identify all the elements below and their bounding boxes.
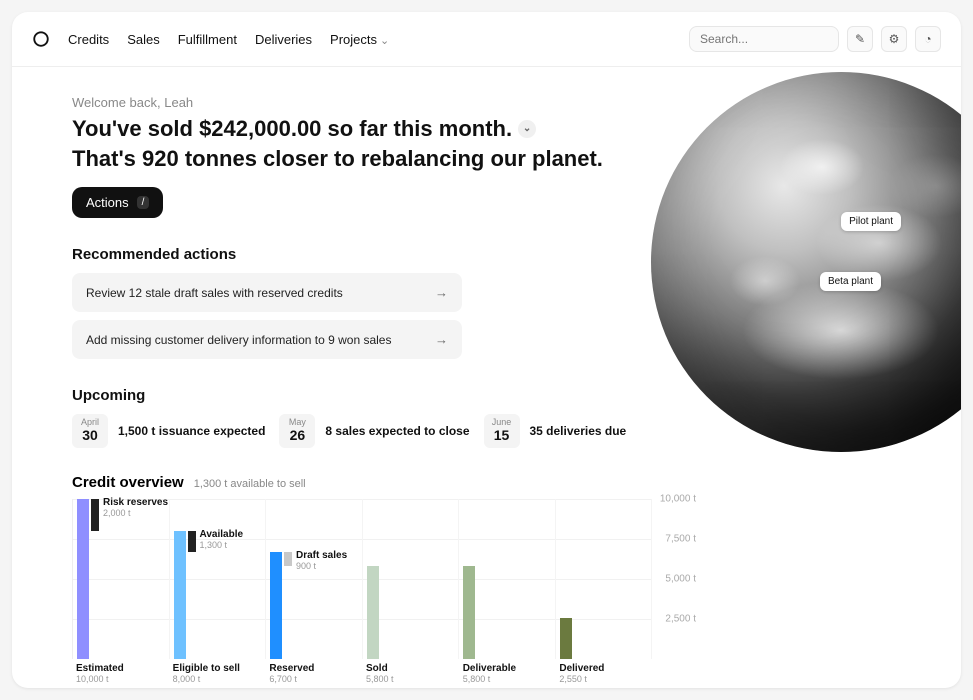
chart-bar bbox=[367, 566, 379, 659]
recommended-item-text: Review 12 stale draft sales with reserve… bbox=[86, 286, 343, 300]
chart-bar bbox=[463, 566, 475, 659]
upcoming-item: April 30 1,500 t issuance expected bbox=[72, 414, 265, 448]
chart-column bbox=[556, 499, 653, 659]
nav: Credits Sales Fulfillment Deliveries Pro… bbox=[68, 32, 389, 47]
chart-annotation: Draft sales900 t bbox=[296, 550, 347, 571]
chart-drop-segment bbox=[91, 499, 99, 531]
date-month: April bbox=[80, 418, 100, 427]
date-chip: June 15 bbox=[484, 414, 520, 448]
nav-fulfillment[interactable]: Fulfillment bbox=[178, 32, 237, 47]
chart-category: Reserved6,700 t bbox=[265, 663, 362, 684]
headline-line2: That's 920 tonnes closer to rebalancing … bbox=[72, 144, 632, 174]
actions-button[interactable]: Actions / bbox=[72, 187, 163, 218]
y-axis-label: 7,500 t bbox=[665, 534, 696, 545]
actions-shortcut: / bbox=[137, 196, 150, 209]
chart-category: Delivered2,550 t bbox=[555, 663, 652, 684]
recommended-item-0[interactable]: Review 12 stale draft sales with reserve… bbox=[72, 273, 462, 312]
chart-bar bbox=[270, 552, 282, 659]
gear-icon[interactable]: ⚙ bbox=[881, 26, 907, 52]
upcoming-text: 35 deliveries due bbox=[530, 424, 627, 438]
edit-icon[interactable]: ✎ bbox=[847, 26, 873, 52]
chart-bar bbox=[174, 531, 186, 659]
chart-category: Estimated10,000 t bbox=[72, 663, 169, 684]
chart-column: Draft sales900 t bbox=[266, 499, 363, 659]
arrow-right-icon: → bbox=[435, 332, 448, 347]
date-chip: April 30 bbox=[72, 414, 108, 448]
globe-visual bbox=[651, 72, 961, 452]
chart-annotation: Risk reserves2,000 t bbox=[103, 497, 168, 518]
headline-line1: You've sold $242,000.00 so far this mont… bbox=[72, 114, 512, 144]
date-chip: May 26 bbox=[279, 414, 315, 448]
date-month: June bbox=[492, 418, 512, 427]
date-day: 30 bbox=[80, 427, 100, 444]
actions-label: Actions bbox=[86, 195, 129, 210]
chart-bar bbox=[560, 618, 572, 659]
date-day: 26 bbox=[287, 427, 307, 444]
chart-column: Risk reserves2,000 t bbox=[73, 499, 170, 659]
upcoming-text: 1,500 t issuance expected bbox=[118, 424, 265, 438]
upcoming-item: May 26 8 sales expected to close bbox=[279, 414, 469, 448]
credit-overview-header: Credit overview 1,300 t available to sel… bbox=[72, 474, 961, 491]
topbar: Credits Sales Fulfillment Deliveries Pro… bbox=[12, 12, 961, 67]
y-axis-label: 2,500 t bbox=[665, 614, 696, 625]
y-axis-label: 5,000 t bbox=[665, 574, 696, 585]
search-input[interactable] bbox=[689, 26, 839, 52]
chart-column: Available1,300 t bbox=[170, 499, 267, 659]
nav-projects[interactable]: Projects bbox=[330, 32, 389, 47]
recommended-item-text: Add missing customer delivery informatio… bbox=[86, 333, 391, 347]
upcoming-text: 8 sales expected to close bbox=[325, 424, 469, 438]
headline: You've sold $242,000.00 so far this mont… bbox=[72, 114, 632, 173]
recommended-item-1[interactable]: Add missing customer delivery informatio… bbox=[72, 320, 462, 359]
nav-sales[interactable]: Sales bbox=[127, 32, 160, 47]
arrow-right-icon: → bbox=[435, 285, 448, 300]
credit-chart: 2,500 t5,000 t7,500 t10,000 t Risk reser… bbox=[72, 499, 652, 659]
bell-icon[interactable]: ◔ bbox=[915, 26, 941, 52]
chart-category-labels: Estimated10,000 tEligible to sell8,000 t… bbox=[72, 663, 652, 684]
chart-category: Deliverable5,800 t bbox=[459, 663, 556, 684]
chart-annotation: Available1,300 t bbox=[200, 529, 244, 550]
date-day: 15 bbox=[492, 427, 512, 444]
upcoming-item: June 15 35 deliveries due bbox=[484, 414, 627, 448]
nav-credits[interactable]: Credits bbox=[68, 32, 109, 47]
chart-column bbox=[363, 499, 460, 659]
chart-bar bbox=[77, 499, 89, 659]
app-window: Credits Sales Fulfillment Deliveries Pro… bbox=[12, 12, 961, 688]
chart-column bbox=[459, 499, 556, 659]
credit-subtitle: 1,300 t available to sell bbox=[194, 478, 306, 490]
chart-drop-segment bbox=[284, 552, 292, 566]
chevron-down-icon[interactable]: ⌄ bbox=[518, 120, 536, 138]
logo-icon bbox=[32, 30, 50, 48]
chart-category: Eligible to sell8,000 t bbox=[169, 663, 266, 684]
y-axis-label: 10,000 t bbox=[660, 494, 696, 505]
chart-drop-segment bbox=[188, 531, 196, 552]
chart-category: Sold5,800 t bbox=[362, 663, 459, 684]
globe-pin-beta[interactable]: Beta plant bbox=[820, 272, 881, 291]
date-month: May bbox=[287, 418, 307, 427]
credit-title: Credit overview bbox=[72, 474, 184, 491]
globe-pin-pilot[interactable]: Pilot plant bbox=[841, 212, 901, 231]
nav-deliveries[interactable]: Deliveries bbox=[255, 32, 312, 47]
